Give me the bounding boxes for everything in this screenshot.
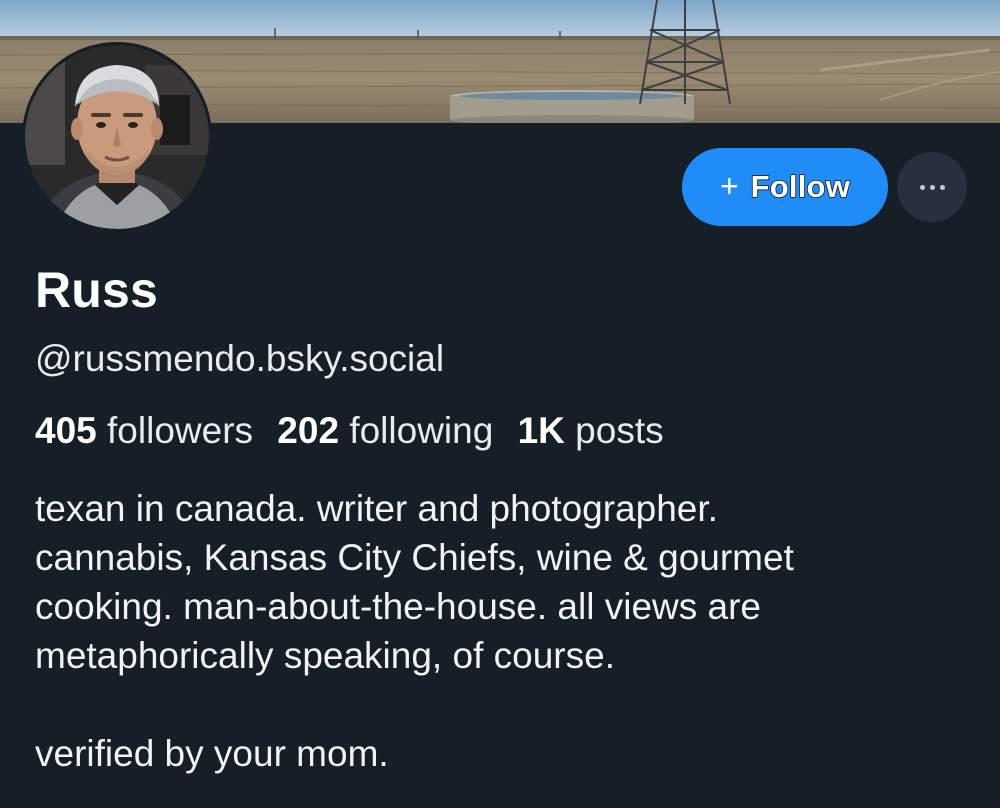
posts-stat: 1K posts <box>518 410 664 451</box>
avatar-portrait-image <box>25 45 209 229</box>
profile-bio: texan in canada. writer and photographer… <box>35 484 985 778</box>
following-stat[interactable]: 202 following <box>277 410 493 451</box>
follow-button[interactable]: + Follow <box>682 148 888 226</box>
following-count: 202 <box>277 410 340 451</box>
posts-label: posts <box>575 410 664 451</box>
display-name: Russ <box>35 262 159 318</box>
bio-line: verified by your mom. <box>35 733 389 774</box>
more-options-button[interactable] <box>897 152 967 222</box>
followers-stat[interactable]: 405 followers <box>35 410 253 451</box>
plus-icon: + <box>719 167 739 204</box>
followers-label: followers <box>107 410 254 451</box>
bio-line: texan in canada. writer and photographer… <box>35 488 718 529</box>
avatar[interactable] <box>22 42 212 232</box>
posts-count: 1K <box>517 410 565 451</box>
bio-line: metaphorically speaking, of course. <box>35 635 615 676</box>
bio-line: cannabis, Kansas City Chiefs, wine & gou… <box>35 537 794 578</box>
follow-button-label: Follow <box>750 168 851 205</box>
bio-line-blank <box>35 680 985 729</box>
profile-handle: @russmendo.bsky.social <box>35 338 445 379</box>
bio-line: cooking. man-about-the-house. all views … <box>35 586 761 627</box>
followers-count: 405 <box>35 410 97 451</box>
ellipsis-icon <box>919 184 945 190</box>
profile-stats: 405 followers 202 following 1K posts <box>35 408 678 454</box>
following-label: following <box>349 410 494 451</box>
profile-page: + Follow Russ @russmendo.bsky.social 405… <box>0 0 1000 808</box>
